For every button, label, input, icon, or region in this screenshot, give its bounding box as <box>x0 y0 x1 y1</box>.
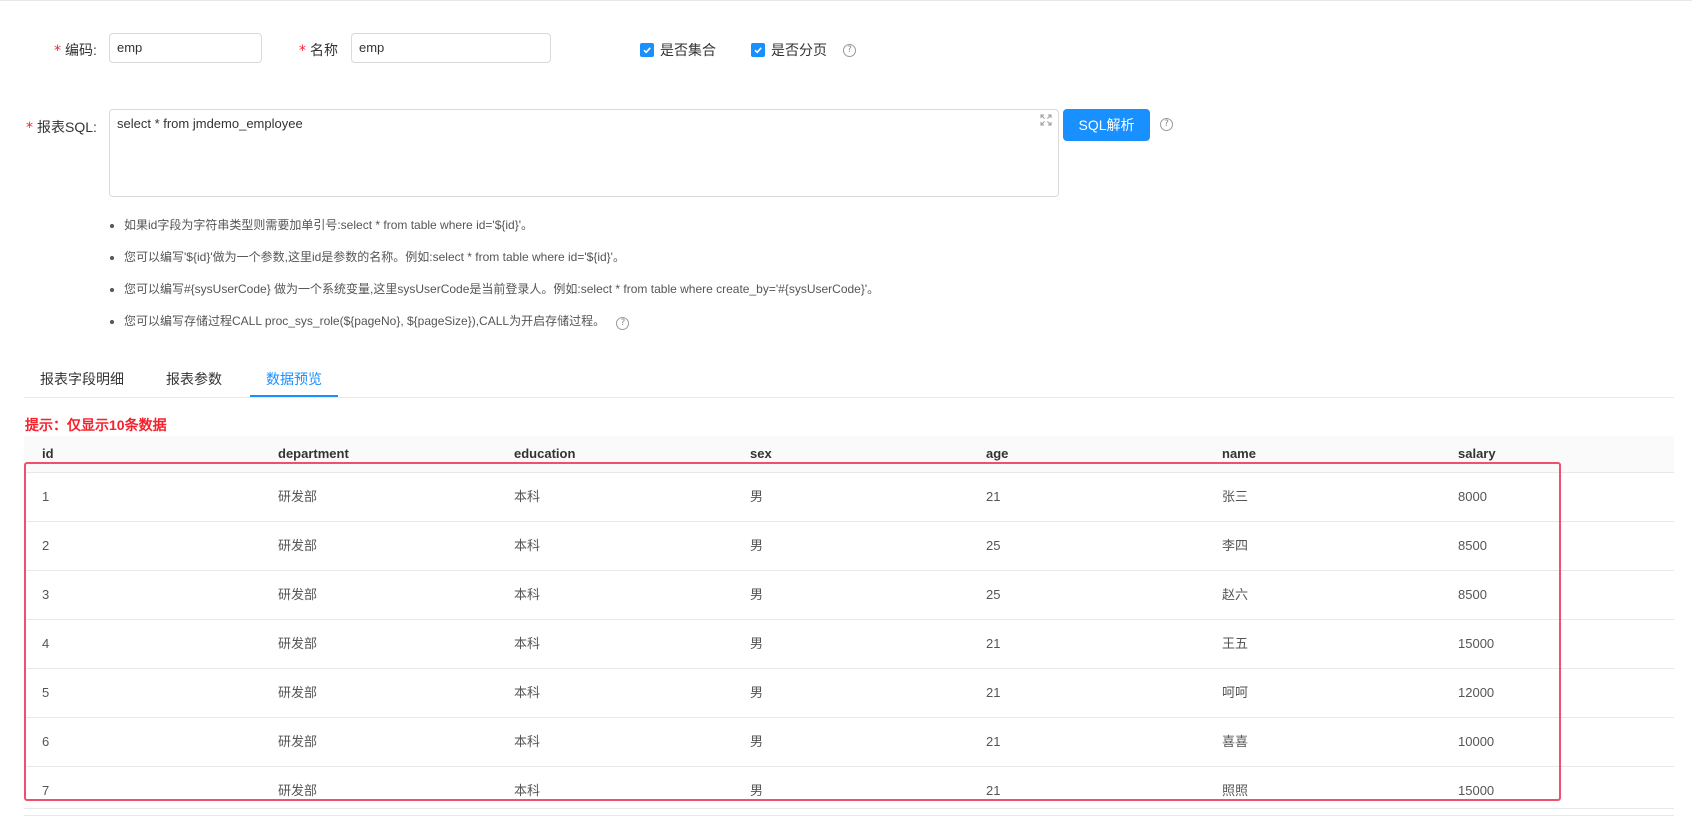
table-row[interactable]: 2 研发部 本科 男 25 李四 8500 <box>24 522 1674 571</box>
sql-tips-list: 如果id字段为字符串类型则需要加单引号:select * from table … <box>108 214 879 342</box>
cell-name: 李四 <box>1222 538 1249 553</box>
cell-department: 研发部 <box>278 636 318 651</box>
checkbox-checked-icon <box>751 43 765 57</box>
tip-item: 您可以编写存储过程CALL proc_sys_role(${pageNo}, $… <box>124 310 879 342</box>
cell-id: 2 <box>42 538 50 553</box>
table-row[interactable]: 4 研发部 本科 男 21 王五 15000 <box>24 620 1674 669</box>
cell-salary: 8000 <box>1458 489 1487 504</box>
cell-id: 6 <box>42 734 50 749</box>
cell-education: 本科 <box>514 636 541 651</box>
cell-education: 本科 <box>514 489 541 504</box>
cell-age: 21 <box>986 636 1001 651</box>
help-icon[interactable]: ? <box>1160 118 1173 131</box>
cell-department: 研发部 <box>278 685 318 700</box>
name-label: * 名称 <box>299 42 338 59</box>
cell-name: 张三 <box>1222 489 1249 504</box>
tip-item: 如果id字段为字符串类型则需要加单引号:select * from table … <box>124 214 879 246</box>
cell-name: 喜喜 <box>1222 734 1249 749</box>
sql-textarea[interactable]: select * from jmdemo_employee <box>109 109 1059 197</box>
cell-department: 研发部 <box>278 734 318 749</box>
cell-age: 21 <box>986 489 1001 504</box>
cell-id: 1 <box>42 489 50 504</box>
sql-parse-button[interactable]: SQL解析 <box>1063 109 1150 141</box>
cell-sex: 男 <box>750 489 764 504</box>
cell-id: 5 <box>42 685 50 700</box>
cell-name: 王五 <box>1222 636 1249 651</box>
table-row[interactable]: 3 研发部 本科 男 25 赵六 8500 <box>24 571 1674 620</box>
cell-salary: 15000 <box>1458 636 1495 651</box>
code-label: * 编码: <box>54 42 97 59</box>
cell-age: 25 <box>986 538 1001 553</box>
cell-education: 本科 <box>514 685 541 700</box>
cell-age: 25 <box>986 587 1001 602</box>
cell-salary: 10000 <box>1458 734 1495 749</box>
is-collection-checkbox[interactable]: 是否集合 <box>640 40 716 60</box>
cell-age: 21 <box>986 734 1001 749</box>
table-header: id department education sex age name sal… <box>24 436 1674 473</box>
cell-sex: 男 <box>750 734 764 749</box>
table-row[interactable]: 5 研发部 本科 男 21 呵呵 12000 <box>24 669 1674 718</box>
tip-item: 您可以编写#{sysUserCode} 做为一个系统变量,这里sysUserCo… <box>124 278 879 310</box>
cell-id: 3 <box>42 587 50 602</box>
tab-bar: 报表字段明细 报表参数 数据预览 <box>24 362 1674 398</box>
cell-salary: 12000 <box>1458 685 1495 700</box>
is-paged-checkbox[interactable]: 是否分页 ? <box>751 40 856 60</box>
table-row[interactable]: 1 研发部 本科 男 21 张三 8000 <box>24 473 1674 522</box>
cell-sex: 男 <box>750 636 764 651</box>
top-divider <box>0 0 1692 4</box>
cell-salary: 8500 <box>1458 587 1487 602</box>
code-input[interactable]: emp <box>109 33 262 63</box>
preview-notice: 提示：仅显示10条数据 <box>25 417 167 433</box>
cell-sex: 男 <box>750 587 764 602</box>
checkbox-checked-icon <box>640 43 654 57</box>
cell-name: 呵呵 <box>1222 685 1249 700</box>
column-header: sex <box>750 446 772 461</box>
table-row[interactable]: 6 研发部 本科 男 21 喜喜 10000 <box>24 718 1674 767</box>
cell-education: 本科 <box>514 538 541 553</box>
cell-sex: 男 <box>750 538 764 553</box>
column-header: education <box>514 446 576 461</box>
preview-table: id department education sex age name sal… <box>24 436 1674 816</box>
column-header: id <box>42 446 54 461</box>
sql-label: * 报表SQL: <box>26 119 97 136</box>
column-header: department <box>278 446 349 461</box>
cell-department: 研发部 <box>278 489 318 504</box>
cell-education: 本科 <box>514 734 541 749</box>
bottom-divider <box>24 808 1674 809</box>
help-icon[interactable]: ? <box>616 317 630 330</box>
tab-report-params[interactable]: 报表参数 <box>150 362 238 397</box>
cell-salary: 8500 <box>1458 538 1487 553</box>
cell-education: 本科 <box>514 587 541 602</box>
column-header: name <box>1222 446 1256 461</box>
cell-sex: 男 <box>750 685 764 700</box>
cell-age: 21 <box>986 685 1001 700</box>
cell-department: 研发部 <box>278 587 318 602</box>
cell-id: 4 <box>42 636 50 651</box>
help-icon[interactable]: ? <box>843 43 856 57</box>
tip-item: 您可以编写'${id}'做为一个参数,这里id是参数的名称。例如:select … <box>124 246 879 278</box>
column-header: salary <box>1458 446 1496 461</box>
cell-department: 研发部 <box>278 538 318 553</box>
name-input[interactable]: emp <box>351 33 551 63</box>
tab-data-preview[interactable]: 数据预览 <box>250 362 338 397</box>
cell-name: 赵六 <box>1222 587 1249 602</box>
tab-field-details[interactable]: 报表字段明细 <box>24 362 140 397</box>
fullscreen-icon[interactable] <box>1040 114 1052 126</box>
sql-text: select * from jmdemo_employee <box>117 116 303 131</box>
column-header: age <box>986 446 1009 461</box>
